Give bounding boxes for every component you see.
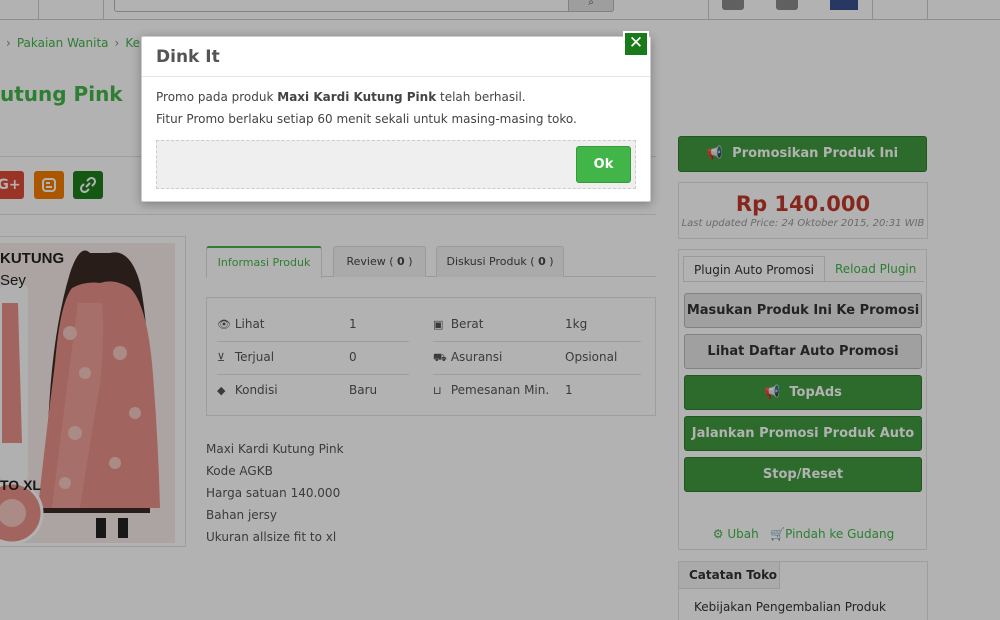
dialog-message-note: Fitur Promo berlaku setiap 60 menit seka…	[156, 112, 577, 126]
message-text: telah berhasil.	[436, 90, 526, 104]
dialog-footer: Ok	[156, 140, 636, 189]
message-product-name: Maxi Kardi Kutung Pink	[277, 90, 437, 104]
dialog: Dink It ✕ Promo pada produk Maxi Kardi K…	[141, 31, 651, 202]
dialog-message: Promo pada produk Maxi Kardi Kutung Pink…	[156, 90, 526, 104]
message-text: Promo pada produk	[156, 90, 278, 104]
close-icon: ✕	[628, 33, 644, 53]
divider	[142, 76, 650, 77]
ok-button[interactable]: Ok	[576, 146, 631, 183]
dialog-title: Dink It	[156, 47, 220, 67]
close-button[interactable]: ✕	[623, 31, 649, 57]
